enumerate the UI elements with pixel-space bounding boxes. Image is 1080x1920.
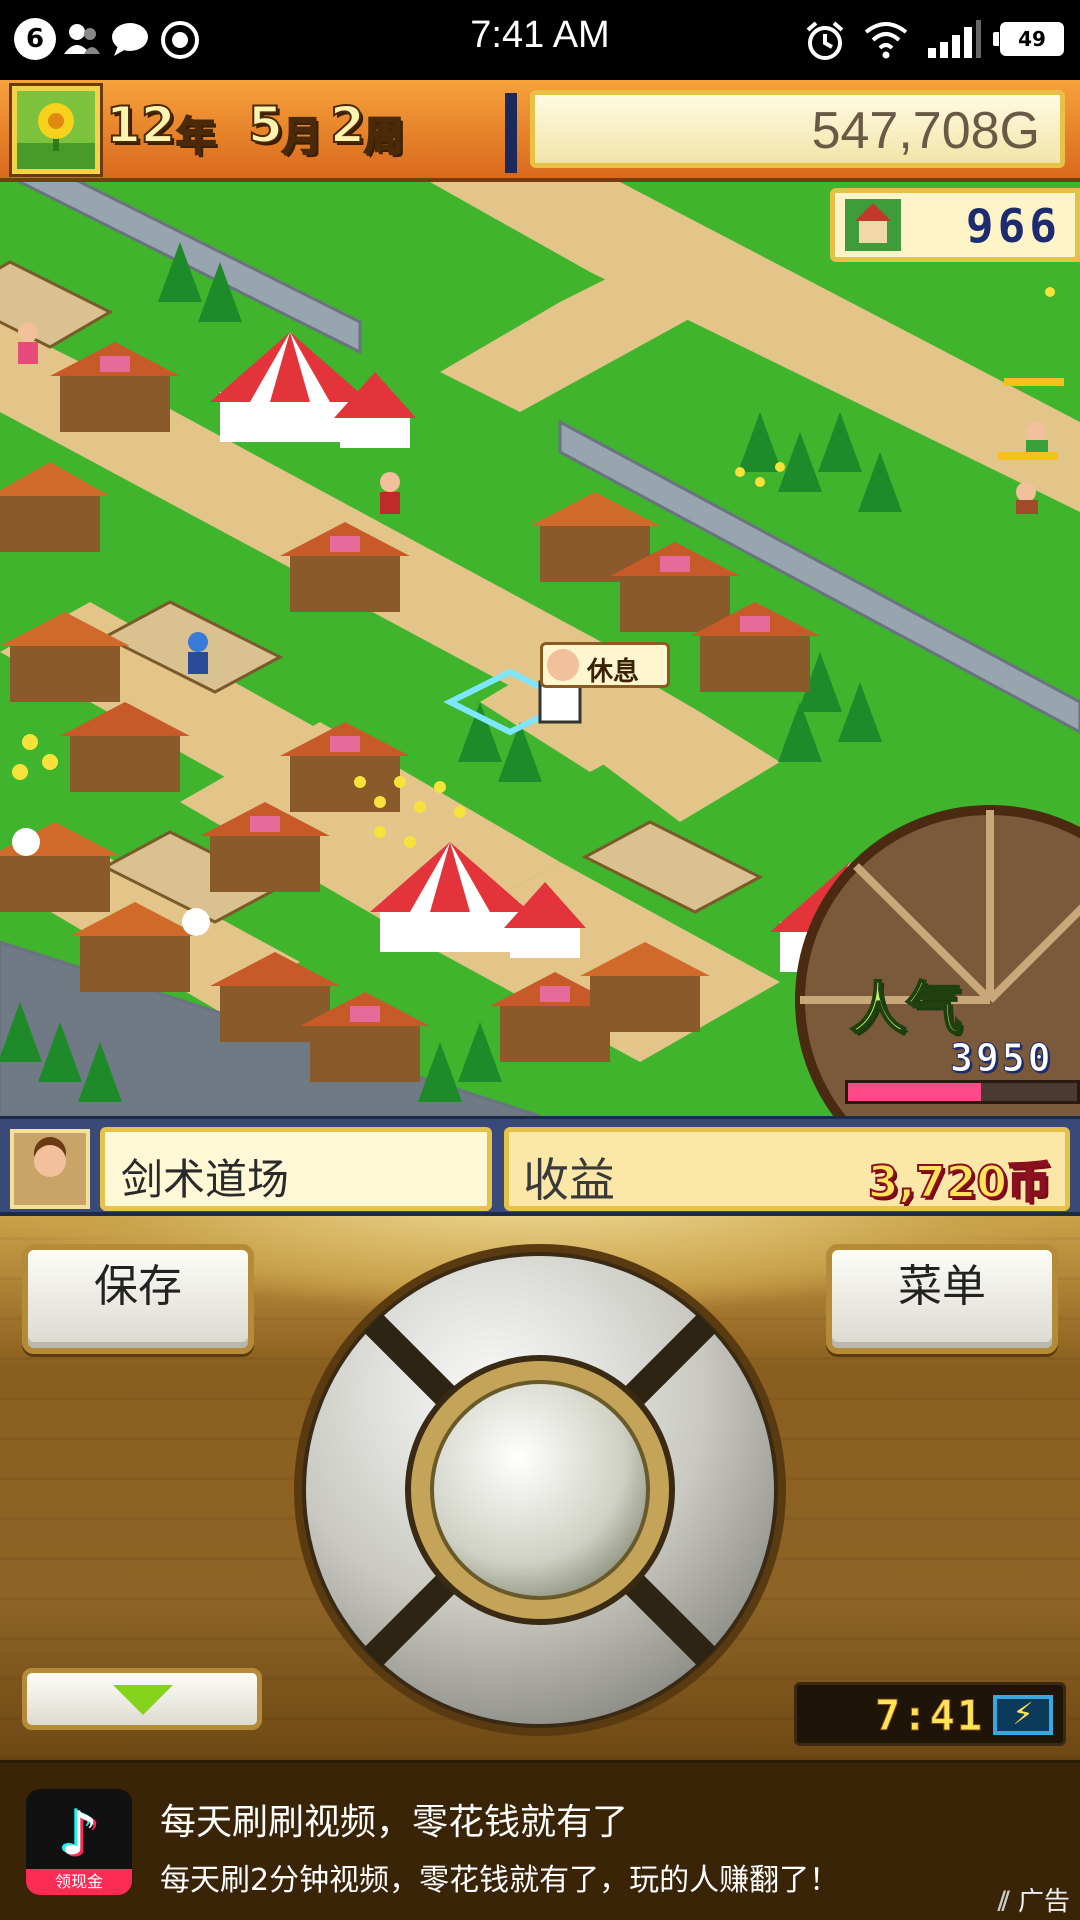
month-unit: 月 bbox=[281, 113, 323, 161]
week-unit: 周 bbox=[363, 113, 405, 161]
popularity-value: 3950 bbox=[950, 1036, 1054, 1081]
status-time: 7:41 AM bbox=[470, 14, 610, 56]
tiktok-logo-icon[interactable]: ♪ 领现金 bbox=[26, 1789, 132, 1895]
income-box: 收益 3,720币 bbox=[504, 1127, 1070, 1211]
dpad-up-button[interactable] bbox=[440, 1256, 640, 1376]
wifi-icon bbox=[864, 22, 908, 59]
ad-logo-mark-icon: ⫽ bbox=[998, 1887, 1010, 1917]
flower-icon[interactable] bbox=[9, 83, 103, 177]
battery-charging-icon: ⚡ bbox=[993, 1695, 1053, 1735]
popularity-label: 人气 bbox=[849, 976, 963, 1043]
music-note-icon: ♪ bbox=[59, 1799, 99, 1869]
facility-name: 剑术道场 bbox=[121, 1155, 290, 1204]
dpad-center-button[interactable] bbox=[440, 1390, 640, 1590]
rest-status-bubble: 休息 bbox=[540, 642, 670, 688]
dpad-left-button[interactable] bbox=[300, 1396, 420, 1596]
game-clock-time: 7:41 bbox=[874, 1691, 985, 1741]
money-value: 547,708G bbox=[811, 102, 1040, 160]
status-bar: 6 7:41 AM 49 bbox=[0, 0, 1080, 80]
hp-bar bbox=[998, 452, 1058, 460]
collapse-arrow-button[interactable] bbox=[22, 1668, 262, 1730]
game-clock: 7:41 ⚡ bbox=[794, 1682, 1066, 1746]
money-display: 547,708G bbox=[505, 90, 1065, 173]
ad-label: ⫽ 广告 bbox=[998, 1881, 1070, 1918]
save-button[interactable]: 保存 bbox=[22, 1244, 254, 1354]
year-unit: 年 bbox=[175, 113, 217, 161]
hp-bar bbox=[1004, 378, 1064, 386]
battery-indicator: 49 bbox=[993, 22, 1064, 56]
ad-subtitle[interactable]: 每天刷2分钟视频，零花钱就有了，玩的人赚翻了！ bbox=[160, 1855, 839, 1899]
popularity-meter bbox=[845, 1080, 1080, 1104]
alarm-icon bbox=[806, 21, 844, 60]
ad-banner[interactable]: ♪ 领现金 每天刷刷视频，零花钱就有了 每天刷2分钟视频，零花钱就有了，玩的人赚… bbox=[0, 1760, 1080, 1920]
dpad-down-button[interactable] bbox=[440, 1596, 640, 1716]
town-rank-value: 966 bbox=[965, 199, 1061, 253]
signal-icon bbox=[928, 20, 981, 58]
controller-panel: 保存 菜单 7:41 ⚡ bbox=[0, 1216, 1080, 1760]
popularity-meter-fill bbox=[848, 1083, 981, 1101]
facility-info-bar: 剑术道场 收益 3,720币 bbox=[0, 1116, 1080, 1216]
facility-name-box: 剑术道场 bbox=[100, 1127, 492, 1211]
adventurer-face-icon bbox=[547, 649, 579, 681]
menu-button[interactable]: 菜单 bbox=[826, 1244, 1058, 1354]
town-house-icon bbox=[845, 199, 901, 251]
ad-title[interactable]: 每天刷刷视频，零花钱就有了 bbox=[160, 1793, 628, 1845]
rest-status-label: 休息 bbox=[587, 657, 640, 687]
year-number: 12 bbox=[105, 95, 177, 155]
town-rank-display[interactable]: 966 bbox=[830, 188, 1080, 262]
ad-logo-tag: 领现金 bbox=[26, 1869, 132, 1895]
ad-label-text: 广告 bbox=[1017, 1887, 1070, 1917]
screen: 6 7:41 AM 49 12 年 5 月 2 周 547,708G 休息 96… bbox=[0, 0, 1080, 1920]
dpad-right-button[interactable] bbox=[660, 1396, 780, 1596]
income-label: 收益 bbox=[523, 1153, 615, 1207]
top-hud: 12 年 5 月 2 周 547,708G bbox=[0, 80, 1080, 182]
income-value: 3,720币 bbox=[867, 1156, 1052, 1209]
month-number: 5 bbox=[247, 95, 284, 155]
week-number: 2 bbox=[329, 95, 366, 155]
advisor-avatar bbox=[10, 1129, 90, 1209]
